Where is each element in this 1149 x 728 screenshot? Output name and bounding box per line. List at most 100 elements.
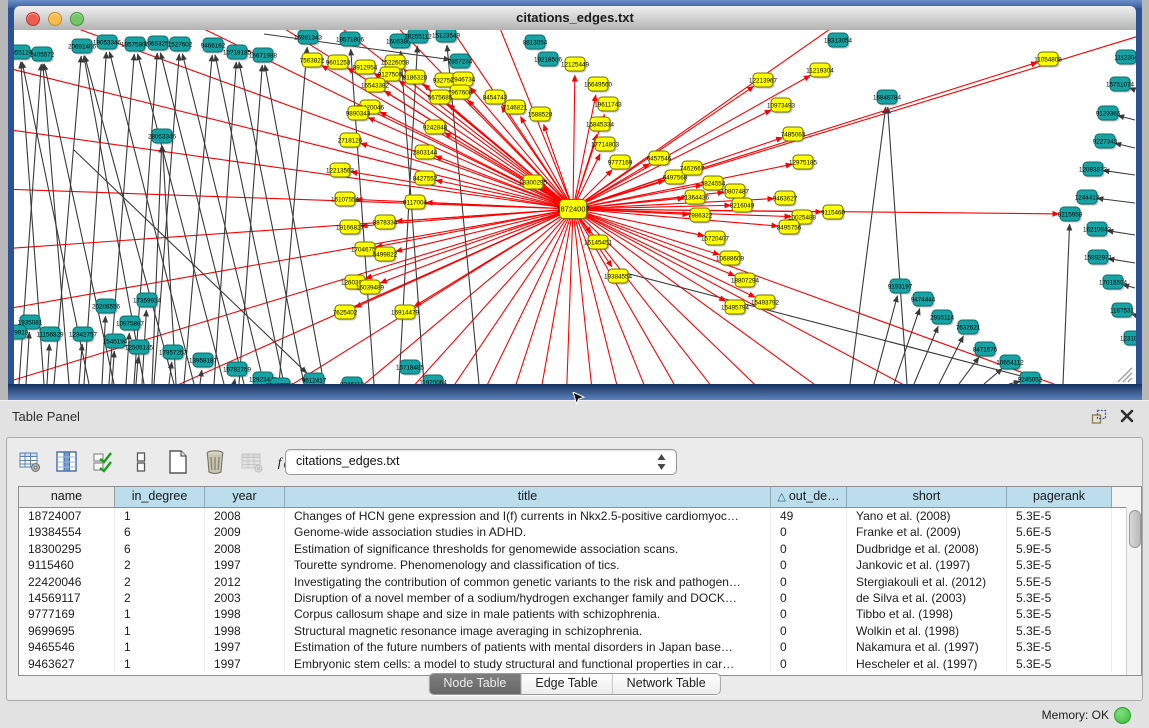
black-edge[interactable]	[234, 379, 235, 384]
graph-node[interactable]: 19218506	[534, 52, 563, 68]
table-row[interactable]: 911546021997Tourette syndrome. Phenomeno…	[19, 557, 1141, 573]
graph-node[interactable]: 12125449	[561, 57, 590, 73]
table-cell[interactable]: Jankovic et al. (1997)	[847, 557, 1007, 573]
graph-node[interactable]: 10654112	[996, 355, 1024, 371]
graph-node[interactable]: 9129366	[1096, 106, 1121, 122]
table-cell[interactable]: 1	[115, 623, 205, 639]
table-cell[interactable]: Estimation of significance thresholds fo…	[285, 541, 771, 557]
graph-node[interactable]: 16981343	[294, 30, 323, 46]
column-header-short[interactable]: short	[847, 487, 1007, 507]
table-row[interactable]: 1872400712008Changes of HCN gene express…	[19, 508, 1141, 524]
graph-node[interactable]: 16671988	[249, 48, 278, 64]
graph-node[interactable]: 15992971	[1084, 250, 1113, 266]
black-edge[interactable]	[1118, 116, 1135, 120]
red-edge[interactable]	[14, 209, 573, 384]
table-cell[interactable]: 6	[115, 524, 205, 540]
table-row[interactable]: 969969511998Structural magnetic resonanc…	[19, 623, 1141, 639]
select-all-columns-icon[interactable]	[91, 449, 117, 475]
table-cell[interactable]: 5.3E-5	[1007, 508, 1112, 524]
table-cell[interactable]: Tibbo et al. (1998)	[847, 606, 1007, 622]
table-cell[interactable]: 1	[115, 656, 205, 672]
column-header-in_degree[interactable]: in_degree	[115, 487, 205, 507]
graph-node[interactable]: 9601253	[326, 55, 351, 71]
table-cell[interactable]: 6	[115, 541, 205, 557]
graph-node[interactable]: 10973493	[767, 98, 796, 114]
red-edge[interactable]	[14, 209, 573, 384]
row-height-icon[interactable]	[128, 449, 154, 475]
graph-node[interactable]: 19571806	[336, 32, 365, 48]
black-edge[interactable]	[1115, 143, 1135, 148]
tab-edge-table[interactable]: Edge Table	[520, 674, 611, 694]
create-column-icon[interactable]	[165, 449, 191, 475]
black-edge[interactable]	[79, 344, 82, 384]
table-cell[interactable]: 5.3E-5	[1007, 639, 1112, 655]
table-cell[interactable]: 9777169	[19, 606, 115, 622]
graph-node[interactable]: 2405572	[30, 47, 55, 63]
black-edge[interactable]	[214, 62, 236, 384]
table-cell[interactable]: 1998	[205, 623, 285, 639]
table-cell[interactable]: 2	[115, 557, 205, 573]
table-cell[interactable]: 0	[771, 541, 847, 557]
table-cell[interactable]: 1997	[205, 557, 285, 573]
graph-node[interactable]: 11920064	[419, 375, 447, 384]
graph-node[interactable]: 20206556	[92, 299, 121, 315]
graph-node[interactable]: 16107554	[331, 192, 360, 208]
black-edge[interactable]	[182, 54, 264, 384]
table-cell[interactable]: Tourette syndrome. Phenomenology and cla…	[285, 557, 771, 573]
black-edge[interactable]	[200, 370, 202, 384]
black-edge[interactable]	[239, 65, 262, 384]
network-canvas[interactable]: 2055124240557220691406190533461957580610…	[14, 30, 1136, 384]
graph-node[interactable]: 11054808	[1034, 52, 1062, 68]
red-edge[interactable]	[14, 209, 573, 384]
graph-node[interactable]: 8495756	[777, 220, 802, 236]
black-edge[interactable]	[401, 51, 424, 384]
graph-node[interactable]: 16782759	[223, 362, 252, 378]
graph-node[interactable]: 18300295	[519, 175, 548, 191]
table-cell[interactable]: Structural magnetic resonance image aver…	[285, 623, 771, 639]
black-edge[interactable]	[47, 344, 49, 384]
table-cell[interactable]: 1997	[205, 639, 285, 655]
tab-node-table[interactable]: Node Table	[429, 674, 520, 694]
graph-node[interactable]: 13958187	[189, 353, 218, 369]
table-cell[interactable]: de Silva et al. (2003)	[847, 590, 1007, 606]
graph-node[interactable]: 9242848	[423, 120, 448, 136]
table-cell[interactable]: 5.3E-5	[1007, 557, 1112, 573]
black-edge[interactable]	[184, 55, 212, 384]
table-cell[interactable]: Hescheler et al. (1997)	[847, 656, 1007, 672]
graph-node[interactable]: 9777169	[608, 155, 633, 171]
graph-node[interactable]: 8215958	[1058, 207, 1083, 223]
graph-node[interactable]: 7986322	[688, 208, 713, 224]
table-cell[interactable]: 0	[771, 557, 847, 573]
graph-node[interactable]: 10807487	[721, 184, 750, 200]
graph-node[interactable]: 7857234	[448, 54, 473, 70]
graph-node[interactable]: 12342757	[69, 327, 98, 343]
table-cell[interactable]: 5.5E-5	[1007, 574, 1112, 590]
table-cell[interactable]: 0	[771, 524, 847, 540]
table-cell[interactable]: 5.3E-5	[1007, 606, 1112, 622]
table-row[interactable]: 946554611997Estimation of the future num…	[19, 639, 1141, 655]
table-cell[interactable]: 2	[115, 574, 205, 590]
tab-network-table[interactable]: Network Table	[612, 674, 720, 694]
table-cell[interactable]: 0	[771, 656, 847, 672]
table-cell[interactable]: 1	[115, 508, 205, 524]
delete-column-icon[interactable]	[202, 449, 228, 475]
table-cell[interactable]: 5.3E-5	[1007, 623, 1112, 639]
graph-node[interactable]: 2935114	[930, 310, 955, 326]
graph-node[interactable]: 9890343	[346, 106, 371, 122]
black-edge[interactable]	[874, 296, 897, 384]
table-cell[interactable]: 0	[771, 639, 847, 655]
table-cell[interactable]: 9115460	[19, 557, 115, 573]
graph-node[interactable]: 7462667	[680, 161, 705, 177]
graph-node[interactable]: 1112304	[1114, 50, 1136, 66]
graph-node[interactable]: 12310459	[1120, 331, 1136, 347]
table-row[interactable]: 977716911998Corpus callosum shape and si…	[19, 606, 1141, 622]
table-cell[interactable]: 14569117	[19, 590, 115, 606]
graph-node[interactable]: 9612417	[302, 373, 327, 384]
graph-node[interactable]: 15720407	[701, 231, 730, 247]
black-edge[interactable]	[850, 107, 886, 384]
graph-node[interactable]: 9117004	[403, 195, 428, 211]
graph-node[interactable]: 2718126	[338, 133, 363, 149]
graph-node[interactable]: 18313054	[824, 33, 853, 49]
graph-node[interactable]: 15493792	[751, 295, 780, 311]
table-row[interactable]: 946362711997Embryonic stem cells: a mode…	[19, 656, 1141, 672]
